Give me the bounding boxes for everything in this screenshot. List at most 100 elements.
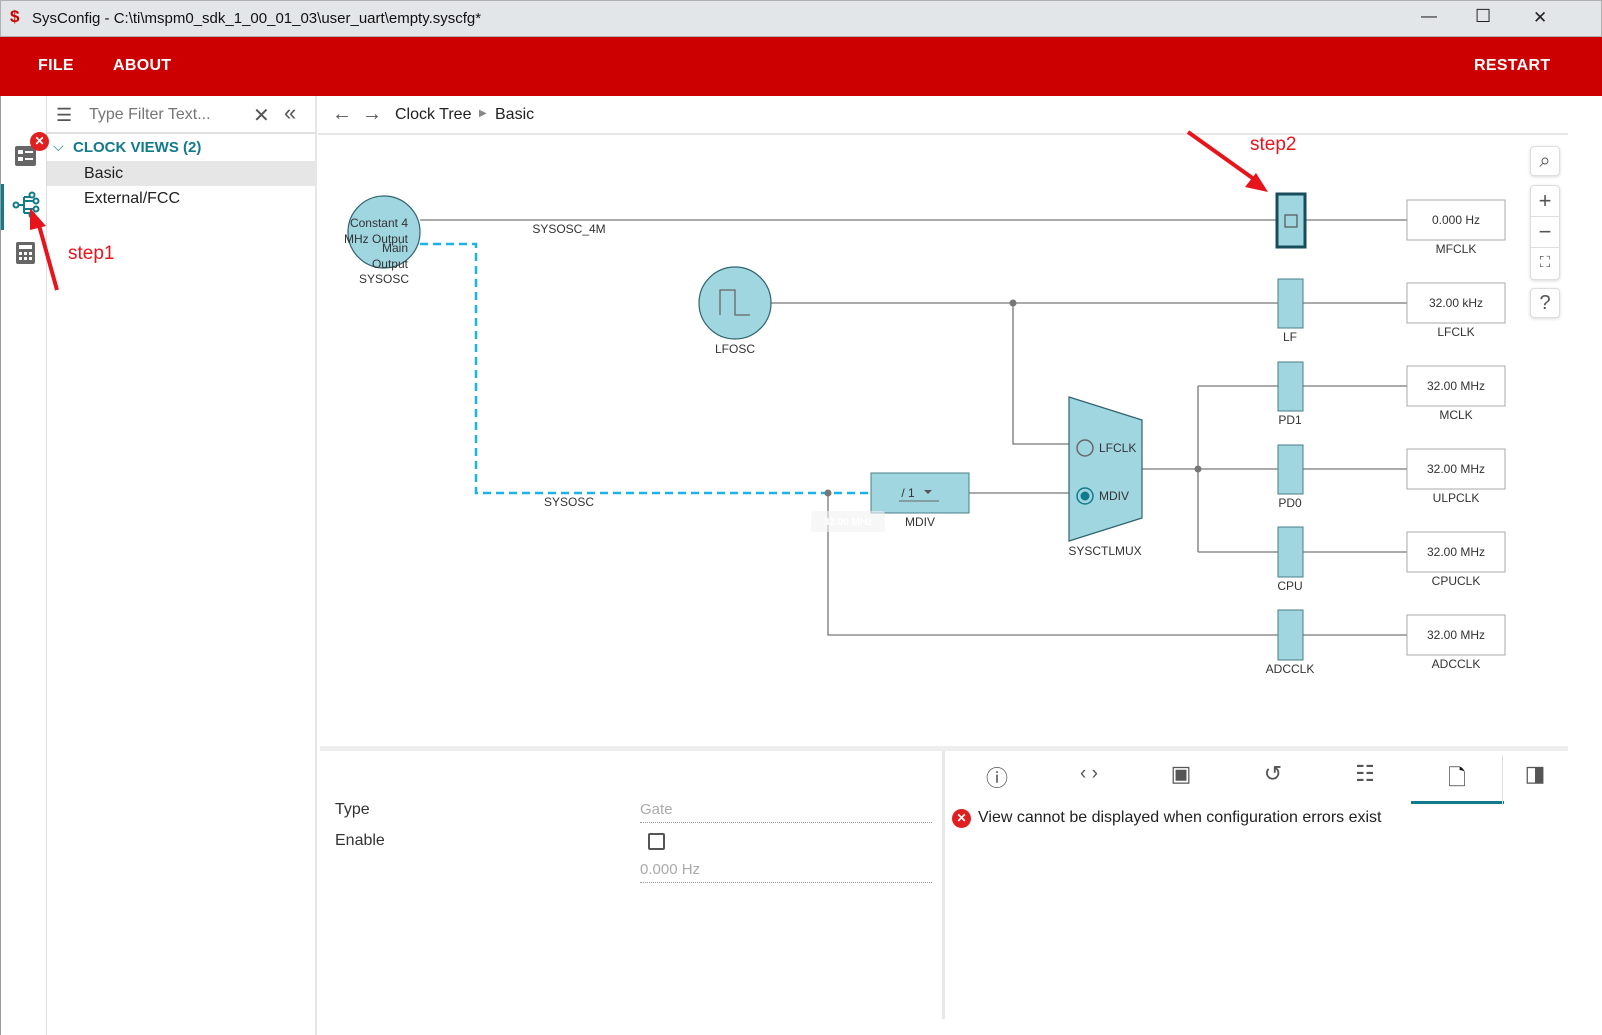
output-cpuclk[interactable]: 32.00 MHz CPUCLK	[1406, 531, 1506, 588]
output-lfclk[interactable]: 32.00 kHz LFCLK	[1406, 282, 1506, 339]
maximize-button[interactable]: ☐	[1475, 6, 1491, 27]
enable-checkbox[interactable]	[648, 833, 665, 850]
output-mclk[interactable]: 32.00 MHz MCLK	[1406, 365, 1506, 422]
zoom-out-icon[interactable]: −	[1531, 217, 1559, 248]
side-rail: ✕	[0, 96, 49, 1035]
navigation-panel: ☰ ✕ « ⌵ CLOCK VIEWS (2) Basic External/F…	[47, 96, 317, 1035]
close-button[interactable]: ✕	[1533, 8, 1547, 28]
file-icon[interactable]: 🗋	[1437, 761, 1477, 797]
sysosc-net-label: SYSOSC	[544, 495, 594, 509]
mux-option-lfclk: LFCLK	[1099, 441, 1136, 455]
clock-views-group[interactable]: CLOCK VIEWS (2)	[73, 139, 201, 156]
breadcrumb-basic[interactable]: Basic	[495, 106, 534, 124]
step1-annotation: step1	[68, 243, 115, 264]
output-label: ADCCLK	[1432, 657, 1481, 671]
output-label: CPUCLK	[1432, 574, 1481, 588]
chip-icon[interactable]: ▣	[1161, 761, 1201, 797]
filter-input[interactable]	[89, 103, 239, 127]
sysosc-label: SYSOSC	[359, 272, 409, 286]
nav-item-basic[interactable]: Basic	[47, 161, 315, 186]
sysosc-4m-label: SYSOSC_4M	[532, 222, 605, 236]
gate-box[interactable]	[1277, 444, 1304, 495]
mdiv-value: / 1	[901, 486, 915, 500]
sysctlmux-node[interactable]: LFCLK MDIV SYSCTLMUX	[1068, 396, 1143, 558]
bottom-panel: Type Gate Enable 0.000 Hz ⓘ ‹ › ▣ ↺ ☷ 🗋 …	[320, 746, 1568, 1019]
zoom-in-icon[interactable]: +	[1531, 186, 1559, 217]
wire-sysosc-highlighted	[420, 242, 871, 495]
fit-view-icon[interactable]: ⛶	[1531, 248, 1559, 279]
nav-item-external-fcc[interactable]: External/FCC	[47, 186, 315, 211]
active-indicator	[1, 184, 4, 230]
title-bar: $ SysConfig - C:\ti\mspm0_sdk_1_00_01_03…	[0, 0, 1602, 37]
menu-file[interactable]: FILE	[38, 57, 74, 75]
right-panel: ⓘ ‹ › ▣ ↺ ☷ 🗋 ◨ ✕ View cannot be display…	[942, 751, 1568, 1019]
clear-filter-icon[interactable]: ✕	[253, 103, 270, 128]
error-icon: ✕	[952, 809, 971, 828]
gate-box[interactable]	[1277, 361, 1304, 412]
settings-sliders-icon[interactable]: ☷	[1345, 761, 1385, 797]
gate-box[interactable]	[1277, 278, 1304, 329]
gate-label: LF	[1283, 330, 1297, 344]
output-frequency: 32.00 MHz	[1427, 628, 1485, 642]
gate-cpu[interactable]: CPU	[1277, 526, 1304, 593]
gate-lf[interactable]: LF	[1277, 278, 1304, 344]
junction-dot	[1194, 465, 1202, 473]
menu-bar: FILE ABOUT RESTART	[0, 37, 1602, 96]
gate-adcclk[interactable]: ADCCLK	[1266, 609, 1315, 676]
output-mfclk[interactable]: 0.000 Hz MFCLK	[1406, 199, 1506, 256]
gate-box[interactable]	[1277, 526, 1304, 578]
lfosc-node[interactable]: LFOSC	[698, 266, 772, 356]
divider	[1502, 756, 1503, 804]
output-frequency: 32.00 MHz	[1427, 462, 1485, 476]
chevron-down-icon[interactable]: ⌵	[53, 138, 64, 155]
help-icon: ?	[1539, 292, 1551, 314]
sysosc-node[interactable]: Constant 4 MHz Output Main Output SYSOSC	[344, 195, 421, 286]
active-tab-indicator	[1411, 801, 1504, 804]
error-message: View cannot be displayed when configurat…	[978, 809, 1382, 826]
output-frequency: 0.000 Hz	[1432, 213, 1480, 227]
code-icon[interactable]: ‹ ›	[1069, 763, 1109, 799]
sysctlmux-label: SYSCTLMUX	[1068, 544, 1141, 558]
output-label: MCLK	[1439, 408, 1472, 422]
gate-pd1[interactable]: PD1	[1277, 361, 1304, 427]
gate-mfclk[interactable]	[1275, 192, 1307, 249]
wire-mux-out	[1142, 385, 1278, 553]
history-icon[interactable]: ↺	[1253, 761, 1293, 797]
wire-gate-out	[1303, 385, 1407, 636]
junction-dot	[1009, 299, 1017, 307]
output-ulpclk[interactable]: 32.00 MHz ULPCLK	[1406, 448, 1506, 505]
output-label: LFCLK	[1437, 325, 1474, 339]
calculator-icon[interactable]	[14, 241, 38, 265]
forward-arrow-icon[interactable]: →	[362, 103, 382, 126]
filter-icon: ☰	[56, 105, 73, 125]
window-title: SysConfig - C:\ti\mspm0_sdk_1_00_01_03\u…	[32, 10, 482, 27]
clock-tree-diagram: Constant 4 MHz Output Main Output SYSOSC…	[344, 192, 1506, 676]
toggle-panel-icon[interactable]: ◨	[1515, 761, 1555, 797]
gate-label: CPU	[1277, 579, 1302, 593]
gate-pd0[interactable]: PD0	[1277, 444, 1304, 510]
output-frequency: 32.00 kHz	[1429, 296, 1483, 310]
menu-about[interactable]: ABOUT	[113, 57, 171, 75]
gate-box[interactable]	[1277, 609, 1304, 661]
junction-dot	[824, 489, 832, 497]
search-button[interactable]: ⌕	[1530, 146, 1560, 176]
frequency-value: 0.000 Hz	[640, 861, 932, 883]
sysosc-text-4: Output	[372, 257, 409, 271]
mdiv-tooltip-text: 32.00 MHz	[824, 517, 872, 528]
lfosc-label: LFOSC	[715, 342, 755, 356]
breadcrumb-clock-tree[interactable]: Clock Tree	[395, 106, 471, 124]
search-icon: ⌕	[1539, 150, 1551, 172]
minimize-button[interactable]: —	[1421, 8, 1437, 26]
gate-label: PD1	[1278, 413, 1302, 427]
output-adcclk[interactable]: 32.00 MHz ADCCLK	[1406, 614, 1506, 671]
restart-button[interactable]: RESTART	[1474, 57, 1550, 75]
zoom-controls: + − ⛶	[1530, 185, 1560, 280]
output-frequency: 32.00 MHz	[1427, 379, 1485, 393]
info-icon[interactable]: ⓘ	[977, 761, 1017, 797]
sysosc-text-3: Main	[382, 241, 408, 255]
mdiv-node[interactable]: / 1 MDIV 32.00 MHz	[811, 472, 970, 532]
collapse-panel-icon[interactable]: «	[284, 100, 296, 126]
help-button[interactable]: ?	[1530, 288, 1560, 318]
clock-tree-icon[interactable]	[12, 191, 40, 219]
back-arrow-icon[interactable]: ←	[332, 103, 352, 126]
